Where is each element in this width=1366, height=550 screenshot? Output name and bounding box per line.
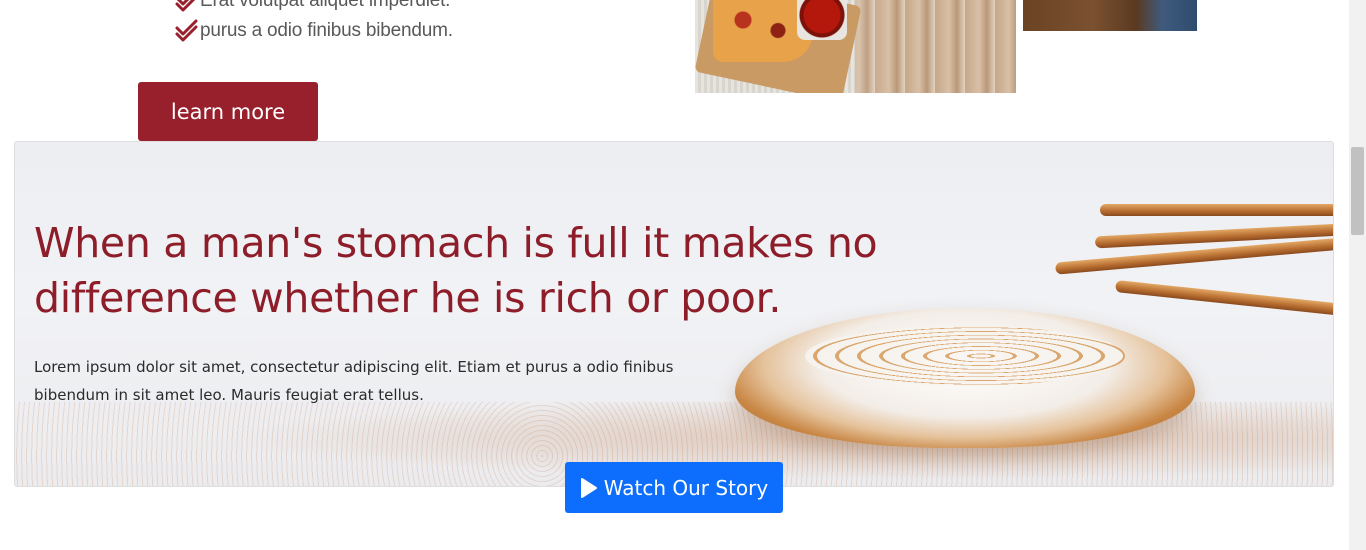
learn-more-button[interactable]: learn more	[138, 82, 318, 141]
cinnamon-stick	[1115, 280, 1333, 316]
feature-item: Erat volutpat aliquet imperdiet.	[174, 0, 453, 16]
hero-text: Lorem ipsum dolor sit amet, consectetur …	[34, 358, 674, 404]
cinnamon-roll	[735, 308, 1195, 448]
feature-list: Erat volutpat aliquet imperdiet. purus a…	[174, 0, 453, 46]
page-scrollbar[interactable]	[1349, 0, 1366, 550]
double-check-icon	[175, 0, 196, 12]
hero-title: When a man's stomach is full it makes no…	[34, 219, 878, 322]
pizza-photo	[695, 0, 1016, 93]
feature-text: Erat volutpat aliquet imperdiet.	[200, 0, 451, 11]
scrollbar-thumb[interactable]	[1351, 147, 1364, 235]
double-check-icon	[175, 19, 198, 42]
gallery-photo	[1023, 0, 1197, 31]
feature-text: purus a odio finibus bibendum.	[200, 20, 453, 41]
play-icon	[580, 477, 597, 498]
hero-banner: When a man's stomach is full it makes no…	[14, 141, 1334, 487]
photo-sauce-dish	[797, 0, 847, 40]
watch-our-story-button[interactable]: Watch Our Story	[565, 462, 783, 513]
feature-item: purus a odio finibus bibendum.	[174, 16, 453, 46]
cinnamon-stick	[1100, 204, 1333, 216]
watch-our-story-label: Watch Our Story	[603, 475, 769, 500]
